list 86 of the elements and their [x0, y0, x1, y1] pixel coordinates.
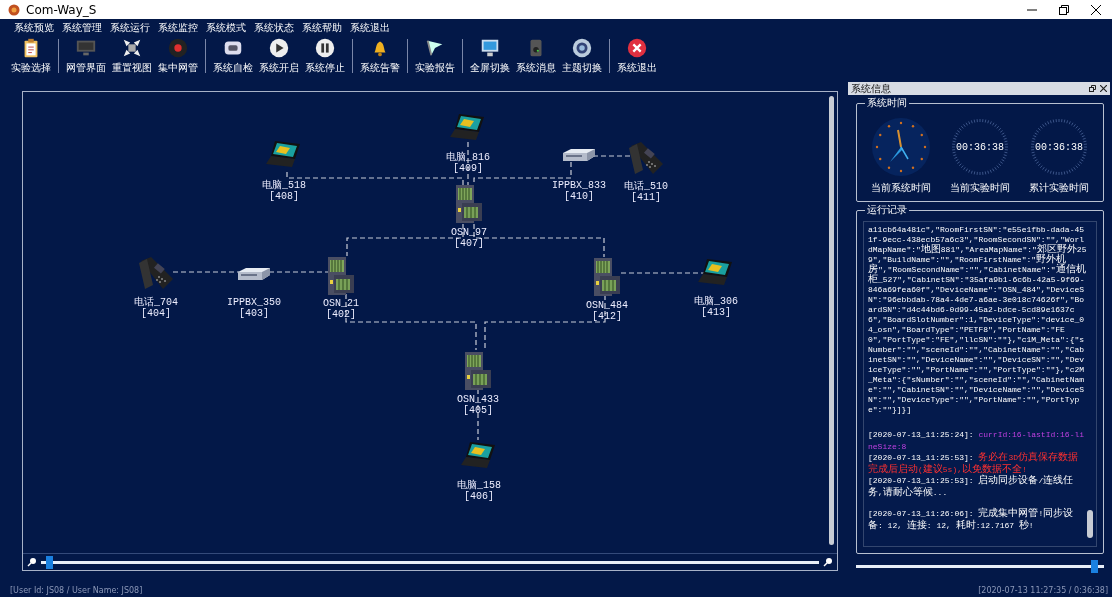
group-title: 系统时间 — [865, 97, 909, 109]
close-icon — [626, 37, 648, 59]
panel-title: 系统信息 — [851, 81, 892, 96]
slider-thumb[interactable] — [45, 555, 53, 569]
zoom-out-icon[interactable] — [27, 557, 37, 567]
equipment-cabinet-icon — [326, 255, 356, 297]
record-icon — [167, 37, 189, 59]
window-title: Com-Way_S — [26, 2, 98, 17]
node-label: 电脑_306 [413] — [694, 296, 738, 318]
pbx-device-icon — [238, 268, 270, 282]
timer-reading: 00:36:38 — [1035, 141, 1083, 153]
toolbar-button[interactable]: 主题切换 — [559, 35, 605, 77]
toolbar-button[interactable]: 网管界面 — [63, 35, 109, 77]
toolbar-button[interactable]: 重置视图 — [109, 35, 155, 77]
play-icon — [268, 37, 290, 59]
node-label: 电话_704 [404] — [134, 297, 178, 319]
desk-phone-icon — [137, 255, 175, 291]
laptop-icon — [450, 112, 486, 142]
toolbar-button[interactable]: 实验报告 — [412, 35, 458, 77]
status-clock: [2020-07-13 11:27:35 / 0:36:38] — [978, 585, 1108, 595]
log-entry: [2020-07-13_11:25:24]: currId:16-lastId:16-lineSize:8 — [868, 429, 1086, 452]
laptop-icon — [266, 139, 302, 169]
menu-item[interactable]: 系统运行 — [110, 20, 150, 35]
close-icon[interactable] — [1100, 85, 1107, 92]
node-label: 电脑_518 [408] — [262, 180, 306, 202]
node-label: OSN_484 [412] — [586, 300, 628, 322]
link-line — [467, 141, 469, 186]
toolbar-button[interactable]: 全屏切换 — [467, 35, 513, 77]
log-entry: [2020-07-13_11:25:53]: 启动同步设备/连线任务,请耐心等候... — [868, 475, 1075, 498]
link-line — [477, 388, 479, 441]
node-label: OSN_97 [407] — [451, 227, 487, 249]
clock-label: 当前系统时间 — [871, 181, 931, 195]
pause-icon — [314, 37, 336, 59]
toolbar-button[interactable]: 系统告警 — [357, 35, 403, 77]
log-entry: [2020-07-13_11:25:53]: 务必在3D仿真保存数据完成后启动(建议5s),以免数据不全! — [868, 452, 1080, 475]
toolbar-button[interactable]: 系统开启 — [256, 35, 302, 77]
link-line — [268, 271, 330, 273]
zoom-in-icon[interactable] — [823, 557, 833, 567]
menu-item[interactable]: 系统预览 — [14, 20, 54, 35]
scrollbar[interactable] — [829, 96, 834, 545]
slider-thumb[interactable] — [1091, 560, 1099, 573]
monitor-icon — [479, 37, 501, 59]
clock-label: 当前实验时间 — [950, 181, 1010, 195]
node-label: IPPBX_833 [410] — [552, 180, 606, 202]
node-label: 电脑_158 [406] — [457, 480, 501, 502]
pbx-device-icon — [563, 149, 595, 163]
equipment-cabinet-icon — [454, 183, 484, 225]
node-label: OSN_21 [402] — [323, 298, 359, 320]
app-logo-icon — [8, 3, 20, 16]
float-icon[interactable] — [1089, 85, 1096, 92]
toolbar-button[interactable]: 系统消息 — [513, 35, 559, 77]
equipment-cabinet-icon — [592, 256, 622, 298]
group-title: 运行记录 — [865, 204, 909, 216]
toolbar-button[interactable]: 实验选择 — [8, 35, 54, 77]
analog-clock-icon — [870, 116, 932, 178]
toolbar-button[interactable]: 集中网管 — [155, 35, 201, 77]
log-text: a11cb64a481c","RoomFirstSN":"e55e1fbb-dada-451f-9ecc-438ecb57a6c3","RoomSecondSN":"","WorldMapName":"地图881","AreaMapName":"郊区野外259","BuildName":"","RoomFirstName":"野外机房","RoomSecondName":"","CabinetName":"通信机柜_527","CabinetSN":"35afa9b1-6c6b-42a5-9f69-846a69fea60f","DeviceName":"OSN_484","DeviceSN":"96ebbdab-78a4-4de7-a6ae-3e018c74626f","BoardSN":"d4c44bd6-0d99-45a2-bdce-5cd89e1637c6","BoardSlotNumber":1,"DeviceType":"device_04_osn","BoardType":"PETF8","PortName":"FE0","PortType":"FE","llcSN":""},"c1M_Meta":{"sNumber":"","sceneId":"","CabinetName":"","CabinetSN":"","DeviceName":"","DeviceSN":"","DeviceType":"","PortName":"","PortType":""},"c2M_Meta":{"sNumber":"","sceneId":"","CabinetName":"","CabinetSN":"","DeviceName":"","DeviceSN":"","DeviceType":"","PortName":"","PortType":""}]}] — [868, 225, 1088, 415]
laptop-icon — [461, 440, 497, 470]
menu-item[interactable]: 系统管理 — [62, 20, 102, 35]
menu-item[interactable]: 系统帮助 — [302, 20, 342, 35]
toolbar-button[interactable]: 系统停止 — [302, 35, 348, 77]
laptop-icon — [698, 257, 734, 287]
restore-icon[interactable] — [1059, 4, 1069, 15]
node-label: OSN_433 [405] — [457, 394, 499, 416]
link-line — [172, 271, 240, 273]
node-label: 电话_510 [411] — [624, 181, 668, 203]
menu-item[interactable]: 系统状态 — [254, 20, 294, 35]
close-icon[interactable] — [1091, 4, 1101, 15]
dial-ring-icon — [949, 116, 1011, 178]
toolbar-button[interactable]: 系统退出 — [614, 35, 660, 77]
user-status: [User Id: JS08 / User Name: JS08] — [10, 585, 143, 595]
arrows-icon — [121, 37, 143, 59]
clock-label: 累计实验时间 — [1029, 181, 1089, 195]
globe-icon — [571, 37, 593, 59]
menu-item[interactable]: 系统模式 — [206, 20, 246, 35]
timer-reading: 00:36:38 — [956, 141, 1004, 153]
menu-item[interactable]: 系统退出 — [350, 20, 390, 35]
menu-item[interactable]: 系统监控 — [158, 20, 198, 35]
node-label: 电脑_816 [409] — [446, 152, 490, 174]
desk-phone-icon — [627, 140, 665, 176]
node-label: IPPBX_350 [403] — [227, 297, 281, 319]
log-entry: [2020-07-13_11:26:06]: 完成集中网管!同步设备: 12, 连接: 12, 耗时:12.7167 秒! — [868, 508, 1075, 531]
toolbar-button[interactable]: 系统自检 — [210, 35, 256, 77]
equipment-cabinet-icon — [463, 350, 493, 392]
scrollbar[interactable] — [1087, 510, 1093, 538]
dial-ring-icon — [1028, 116, 1090, 178]
